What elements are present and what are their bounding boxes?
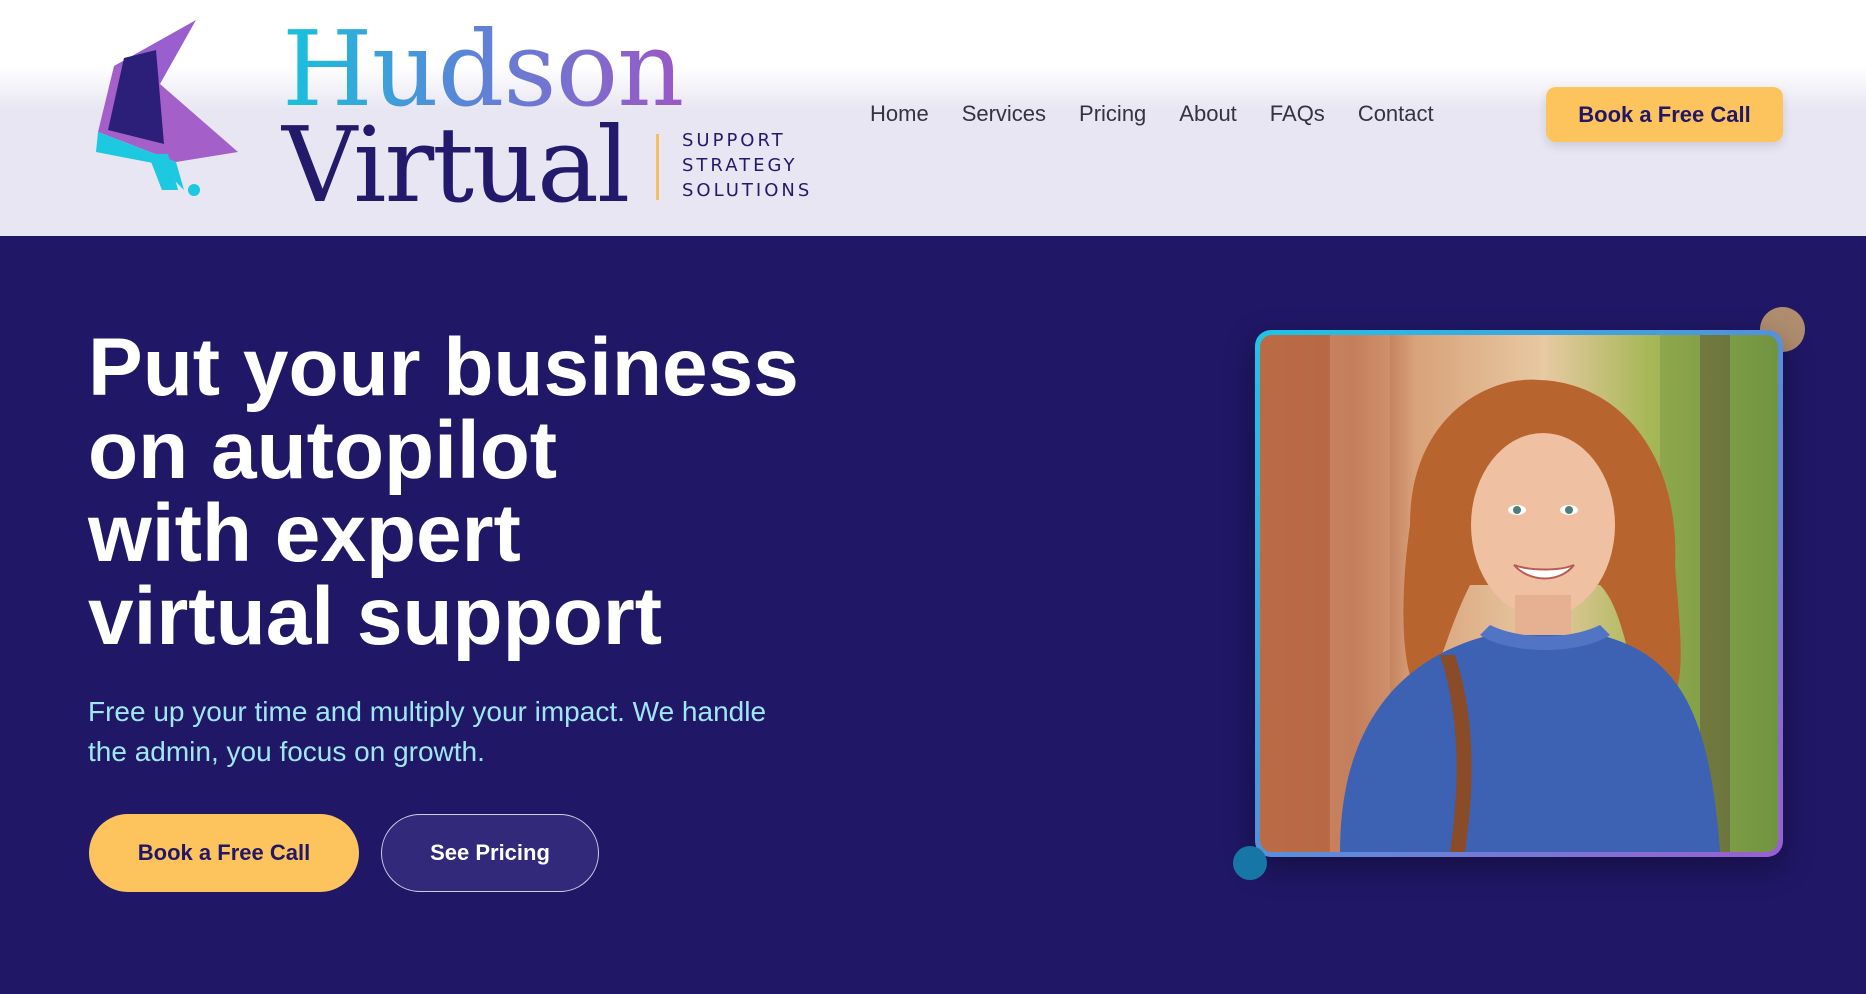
nav-home[interactable]: Home: [870, 98, 929, 130]
star-shard-logo-icon: [96, 20, 238, 196]
hero-title-line: Put your business: [88, 322, 799, 413]
hero-subtitle: Free up your time and multiply your impa…: [88, 692, 888, 772]
nav-about[interactable]: About: [1179, 98, 1237, 130]
hero-title-line: on autopilot: [88, 405, 558, 496]
brand-name-line2: Virtual: [282, 104, 630, 226]
tagline-solutions: SOLUTIONS: [682, 180, 813, 201]
logo-divider: [656, 134, 659, 200]
nav-services[interactable]: Services: [962, 98, 1046, 130]
see-pricing-button[interactable]: See Pricing: [381, 814, 599, 892]
hero-title: Put your business on autopilot with expe…: [88, 326, 948, 658]
nav-contact[interactable]: Contact: [1358, 98, 1434, 130]
nav-faqs[interactable]: FAQs: [1270, 98, 1325, 130]
site-header: Hudson Virtual SUPPORT STRATEGY SOLUTION…: [0, 0, 1866, 236]
hero-subtitle-line: the admin, you focus on growth.: [88, 736, 485, 767]
brand-tagline: SUPPORT STRATEGY SOLUTIONS: [682, 128, 812, 203]
nav-pricing[interactable]: Pricing: [1079, 98, 1146, 130]
logo[interactable]: Hudson Virtual SUPPORT STRATEGY SOLUTION…: [88, 14, 848, 220]
decorative-dot-teal: [1233, 846, 1267, 880]
header-book-call-button[interactable]: Book a Free Call: [1546, 87, 1783, 142]
hero-subtitle-line: Free up your time and multiply your impa…: [88, 696, 767, 727]
hero-photo: [1260, 335, 1778, 852]
hero-photo-frame: [1255, 330, 1783, 857]
portrait-illustration: [1260, 335, 1778, 852]
main-nav: Home Services Pricing About FAQs Contact: [870, 98, 1434, 130]
hero-book-call-button[interactable]: Book a Free Call: [89, 814, 359, 892]
hero-title-line: with expert: [88, 488, 521, 579]
hero-title-line: virtual support: [88, 571, 663, 662]
tagline-strategy: STRATEGY: [682, 155, 798, 176]
tagline-support: SUPPORT: [682, 130, 786, 151]
